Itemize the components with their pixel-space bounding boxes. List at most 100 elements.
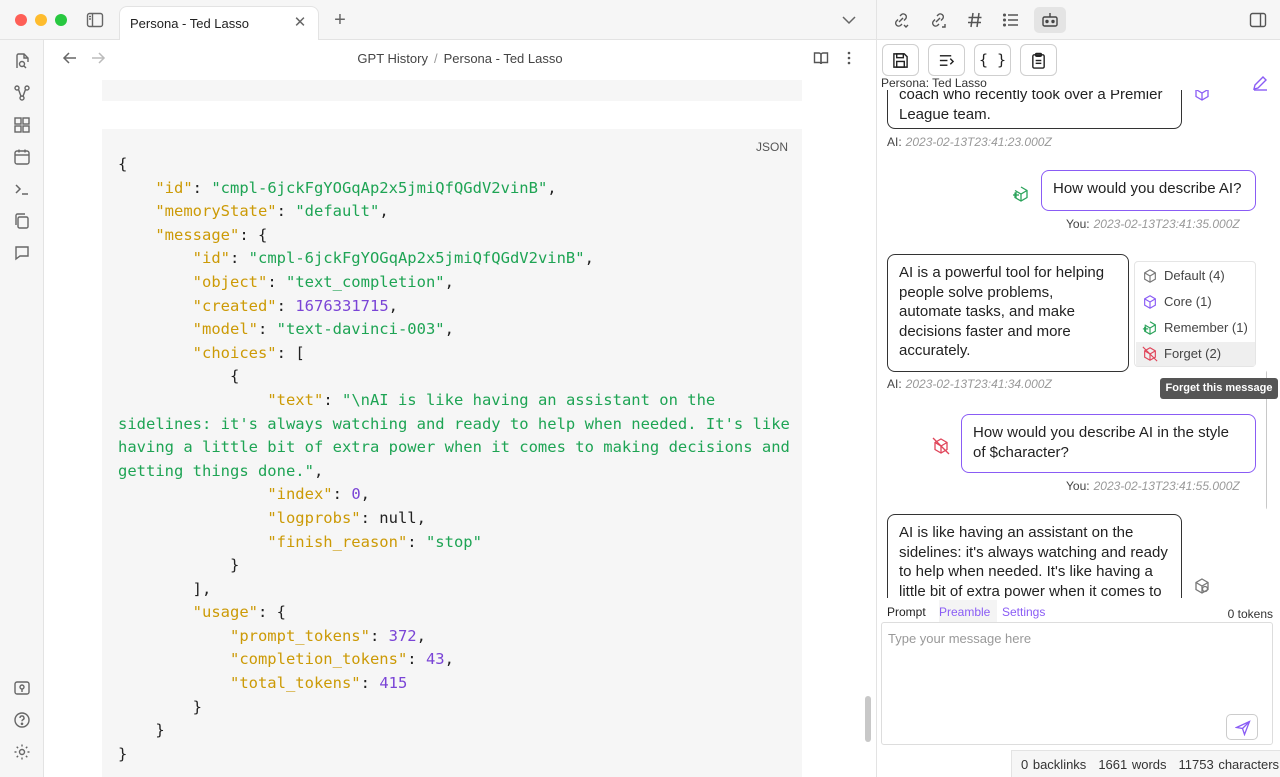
save-button[interactable] bbox=[882, 44, 919, 76]
file-open-icon[interactable] bbox=[13, 52, 31, 70]
vault-icon[interactable] bbox=[13, 679, 31, 697]
menu-item-remember[interactable]: Remember (1) bbox=[1136, 316, 1255, 340]
code-line: "id": "cmpl-6jckFgYOGqAp2x5jmiQfQGdV2vin… bbox=[155, 178, 557, 197]
user-message-bubble[interactable]: How would you describe AI in the style o… bbox=[961, 414, 1256, 473]
minimize-window-button[interactable] bbox=[35, 14, 47, 26]
chat-bot-icon[interactable] bbox=[1034, 7, 1066, 33]
help-icon[interactable] bbox=[13, 711, 31, 729]
token-count: 0 tokens bbox=[1227, 607, 1273, 621]
sidebar-toggle-icon[interactable] bbox=[86, 11, 104, 29]
menu-item-core[interactable]: Core (1) bbox=[1136, 290, 1255, 314]
user-message-meta: You: 2023-02-13T23:41:55.000Z bbox=[1066, 479, 1240, 493]
memory-default-icon bbox=[1142, 268, 1158, 284]
tab-persona[interactable]: Persona - Ted Lasso ✕ bbox=[119, 6, 319, 40]
code-line: "model": "text-davinci-003", bbox=[192, 320, 454, 339]
memory-core-icon[interactable] bbox=[1193, 90, 1211, 102]
title-bar: Persona - Ted Lasso ✕ + bbox=[0, 0, 876, 40]
code-line: "text": "\nAI is like having an assistan… bbox=[118, 390, 800, 480]
menu-item-forget[interactable]: Forget (2) bbox=[1136, 342, 1255, 366]
memory-remember-icon[interactable] bbox=[1012, 185, 1030, 203]
memory-default-icon[interactable] bbox=[1193, 577, 1211, 595]
code-line: } bbox=[118, 721, 165, 740]
canvas-grid-icon[interactable] bbox=[13, 116, 31, 134]
backlinks-count[interactable]: 0 backlinks bbox=[1021, 757, 1086, 772]
backlinks-icon[interactable] bbox=[892, 11, 910, 29]
memory-state-menu: Default (4) Core (1) Remember (1) Forget… bbox=[1134, 261, 1256, 367]
prompt-placeholder: Type your message here bbox=[888, 631, 1032, 646]
code-line: "object": "text_completion", bbox=[192, 272, 454, 291]
copy-files-icon[interactable] bbox=[13, 212, 31, 230]
zoom-window-button[interactable] bbox=[55, 14, 67, 26]
outline-list-icon[interactable] bbox=[1002, 11, 1020, 29]
memory-forget-icon[interactable] bbox=[932, 437, 950, 455]
right-sidebar-toggle-icon[interactable] bbox=[1249, 11, 1267, 29]
sidebar-tab-bar bbox=[877, 0, 1280, 40]
code-line: } bbox=[118, 697, 202, 716]
code-line: } bbox=[118, 556, 240, 575]
prompt-tabs: Prompt Preamble Settings 0 tokens bbox=[877, 600, 1280, 622]
breadcrumb: GPT History / Persona - Ted Lasso bbox=[357, 51, 563, 66]
prompt-input[interactable]: Type your message here bbox=[881, 622, 1273, 745]
reading-view-icon[interactable] bbox=[813, 50, 829, 66]
status-bar: 0 backlinks 1661 words 11753 characters bbox=[1011, 750, 1280, 777]
json-code: { "id": "cmpl-6jckFgYOGqAp2x5jmiQfQGdV2v… bbox=[118, 153, 802, 766]
left-ribbon bbox=[0, 40, 44, 777]
word-count: 1661 words bbox=[1098, 757, 1167, 772]
code-line: { bbox=[118, 367, 240, 386]
more-options-icon[interactable] bbox=[841, 50, 857, 66]
code-line: "choices": [ bbox=[192, 343, 305, 362]
ai-message-meta: AI: 2023-02-13T23:41:23.000Z bbox=[887, 135, 1052, 149]
calendar-icon[interactable] bbox=[13, 148, 31, 166]
tab-preamble[interactable]: Preamble bbox=[939, 600, 997, 622]
ai-message-bubble[interactable]: coach who recently took over a Premier L… bbox=[887, 90, 1182, 129]
breadcrumb-parent[interactable]: GPT History bbox=[357, 51, 428, 66]
append-button[interactable] bbox=[928, 44, 965, 76]
menu-item-default[interactable]: Default (4) bbox=[1136, 264, 1255, 288]
breadcrumb-current[interactable]: Persona - Ted Lasso bbox=[444, 51, 563, 66]
code-line: "completion_tokens": 43, bbox=[229, 650, 454, 669]
chat-icon[interactable] bbox=[13, 244, 31, 262]
edit-pencil-icon[interactable] bbox=[1252, 75, 1268, 91]
code-line: "total_tokens": 415 bbox=[229, 674, 408, 693]
code-language-label: JSON bbox=[755, 140, 788, 154]
send-icon bbox=[1235, 720, 1251, 736]
graph-view-icon[interactable] bbox=[13, 84, 31, 102]
tab-list-chevron-icon[interactable] bbox=[840, 11, 858, 29]
tags-hash-icon[interactable] bbox=[966, 11, 984, 29]
editor-scrollbar[interactable] bbox=[865, 696, 871, 742]
code-line: "created": 1676331715, bbox=[192, 296, 398, 315]
tab-title: Persona - Ted Lasso bbox=[130, 16, 249, 31]
close-tab-icon[interactable]: ✕ bbox=[292, 15, 308, 31]
code-line: } bbox=[118, 744, 128, 763]
memory-forget-icon bbox=[1142, 346, 1158, 362]
character-count: 11753 characters bbox=[1178, 757, 1280, 772]
persona-title: Persona: Ted Lasso bbox=[881, 76, 987, 90]
memory-core-icon bbox=[1142, 294, 1158, 310]
tab-prompt[interactable]: Prompt bbox=[887, 600, 926, 622]
terminal-icon[interactable] bbox=[13, 180, 31, 198]
json-code-block: JSON { "id": "cmpl-6jckFgYOGqAp2x5jmiQfQ… bbox=[102, 129, 802, 777]
json-button[interactable]: { } bbox=[974, 44, 1011, 76]
code-line: "message": { bbox=[155, 225, 268, 244]
code-line: { bbox=[118, 155, 128, 173]
new-tab-icon[interactable]: + bbox=[330, 10, 350, 30]
code-line: ], bbox=[118, 579, 212, 598]
ai-message-meta: AI: 2023-02-13T23:41:34.000Z bbox=[887, 377, 1052, 391]
user-message-bubble[interactable]: How would you describe AI? bbox=[1041, 170, 1256, 211]
user-message-meta: You: 2023-02-13T23:41:35.000Z bbox=[1066, 217, 1240, 231]
outgoing-links-icon[interactable] bbox=[929, 11, 947, 29]
close-window-button[interactable] bbox=[15, 14, 27, 26]
tab-settings[interactable]: Settings bbox=[1002, 600, 1045, 622]
ai-message-bubble[interactable]: AI is like having an assistant on the si… bbox=[887, 514, 1182, 598]
send-button[interactable] bbox=[1226, 714, 1258, 740]
memory-remember-icon bbox=[1142, 320, 1158, 336]
settings-gear-icon[interactable] bbox=[13, 743, 31, 761]
code-line: "id": "cmpl-6jckFgYOGqAp2x5jmiQfQGdV2vin… bbox=[192, 249, 594, 268]
clipboard-button[interactable] bbox=[1020, 44, 1057, 76]
ai-message-bubble[interactable]: AI is a powerful tool for helping people… bbox=[887, 254, 1129, 372]
code-line: "finish_reason": "stop" bbox=[267, 532, 482, 551]
editor-pane: GPT History / Persona - Ted Lasso JSON { "… bbox=[45, 40, 875, 777]
forget-tooltip: Forget this message bbox=[1160, 378, 1278, 399]
code-line: "prompt_tokens": 372, bbox=[229, 626, 426, 645]
chat-transcript[interactable]: coach who recently took over a Premier L… bbox=[877, 90, 1267, 598]
